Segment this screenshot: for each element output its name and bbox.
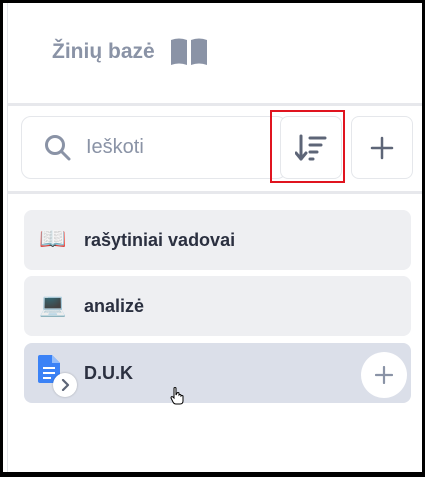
search-input[interactable] [86,136,266,159]
plus-icon [375,366,393,384]
document-icon-group [36,353,77,397]
expand-chevron-button[interactable] [53,373,77,397]
sort-button-highlight [270,110,345,183]
list-item-label: analizė [84,295,145,316]
search-icon [45,134,71,160]
list-item-analysis[interactable]: 💻 analizė [24,276,411,336]
left-divider [7,3,8,472]
open-book-icon [169,37,209,67]
header-divider [8,103,422,106]
laptop-emoji-icon: 💻 [39,293,67,318]
knowledge-base-panel: Žinių bazė Ieškoti 📖 rašytiniai vadovai … [3,3,422,472]
hand-pointer-cursor-icon [170,387,184,405]
add-button[interactable] [351,116,413,179]
open-book-emoji-icon: 📖 [39,227,67,252]
search-field[interactable] [21,116,287,179]
chevron-right-icon [61,379,70,391]
list-item-faq[interactable]: D.U.K [24,343,411,403]
page-title-text: Žinių bazė [52,40,155,63]
add-subitem-button[interactable] [361,352,407,398]
plus-icon [370,136,394,159]
page-title: Žinių bazė [52,37,209,67]
list-item-label: rašytiniai vadovai [84,229,236,250]
list-item-written-guides[interactable]: 📖 rašytiniai vadovai [24,210,411,270]
list-item-label: D.U.K [84,362,133,383]
toolbar-divider [8,191,422,194]
